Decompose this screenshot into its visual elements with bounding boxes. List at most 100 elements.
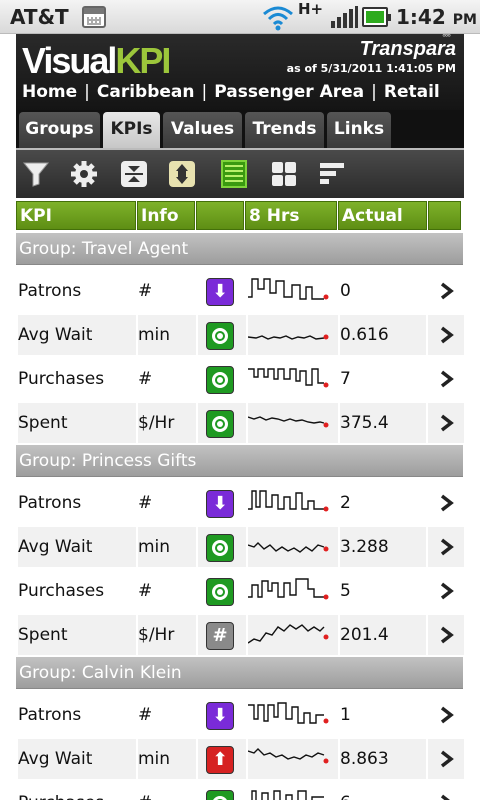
expand-icon[interactable] [168,160,196,188]
filter-icon[interactable] [22,160,50,188]
kpi-sparkline[interactable] [248,695,338,735]
tab-values[interactable]: Values [163,112,242,148]
kpi-name[interactable]: Avg Wait [18,527,136,567]
kpi-detail-button[interactable] [428,403,464,443]
kpi-name[interactable]: Avg Wait [18,739,136,779]
kpi-row[interactable]: Spent $/Hr 375.4 [16,401,464,445]
sparkline-chart [251,790,324,800]
kpi-name[interactable]: Purchases [18,359,136,399]
kpi-sparkline[interactable] [248,527,338,567]
kpi-name[interactable]: Purchases [18,783,136,800]
kpi-status[interactable] [198,783,246,800]
kpi-row[interactable]: Avg Wait min 0.616 [16,313,464,357]
kpi-status[interactable]: ⬇ [198,271,246,311]
kpi-name[interactable]: Spent [18,403,136,443]
kpi-row[interactable]: Patrons # ⬇ 1 [16,693,464,737]
breadcrumb-caribbean[interactable]: Caribbean [97,82,195,102]
tab-groups[interactable]: Groups [19,112,100,148]
kpi-name[interactable]: Patrons [18,483,136,523]
kpi-status[interactable]: ⬇ [198,695,246,735]
kpi-sparkline[interactable] [248,615,338,655]
battery-icon [362,7,391,27]
kpi-status[interactable]: # [198,615,246,655]
kpi-sparkline[interactable] [248,739,338,779]
gear-icon[interactable] [70,160,98,188]
breadcrumb-retail[interactable]: Retail [384,82,440,102]
kpi-detail-button[interactable] [428,571,464,611]
chevron-right-icon [440,326,454,344]
kpi-row[interactable]: Spent $/Hr #201.4 [16,613,464,657]
kpi-detail-button[interactable] [428,739,464,779]
kpi-detail-button[interactable] [428,271,464,311]
kpi-row[interactable]: Patrons # ⬇ 2 [16,481,464,525]
signal-icon [331,6,358,28]
kpi-actual-value: 6 [340,783,426,800]
kpi-row[interactable]: Avg Wait min ⬆ 8.863 [16,737,464,781]
kpi-detail-button[interactable] [428,359,464,399]
kpi-status[interactable] [198,359,246,399]
kpi-sparkline[interactable] [248,315,338,355]
list-view-icon[interactable] [220,160,248,188]
kpi-sparkline[interactable] [248,571,338,611]
kpi-sparkline[interactable] [248,783,338,800]
breadcrumb-home[interactable]: Home [22,82,77,102]
kpi-status[interactable] [198,403,246,443]
kpi-actual-value: 1 [340,705,351,725]
kpi-detail-button[interactable] [428,695,464,735]
status-down-arrow-icon: ⬇ [206,490,234,518]
kpi-unit: # [138,281,153,301]
kpi-status[interactable] [198,571,246,611]
kpi-detail-button[interactable] [428,527,464,567]
kpi-row[interactable]: Purchases #7 [16,357,464,401]
tab-kpis[interactable]: KPIs [103,112,160,148]
kpi-status[interactable]: ⬇ [198,483,246,523]
collapse-icon[interactable] [120,160,148,188]
breadcrumb-passenger-area[interactable]: Passenger Area [214,82,364,102]
status-ok-target-icon [206,366,234,394]
group-header[interactable]: Group: Princess Gifts [16,445,463,477]
kpi-detail-button[interactable] [428,783,464,800]
tab-links[interactable]: Links [327,112,391,148]
kpi-detail-button[interactable] [428,615,464,655]
kpi-status[interactable] [198,527,246,567]
kpi-name[interactable]: Avg Wait [18,315,136,355]
kpi-name[interactable]: Patrons [18,695,136,735]
toolbar [16,148,464,198]
kpi-name[interactable]: Patrons [18,271,136,311]
kpi-row[interactable]: Purchases #5 [16,569,464,613]
sparkline-chart [248,542,329,553]
kpi-row[interactable]: Patrons # ⬇ 0 [16,269,464,313]
status-bar: AT&T H+ 1:42 PM [0,0,480,34]
kpi-unit: $/Hr [138,615,196,655]
tile-view-icon[interactable] [270,160,298,188]
group-header[interactable]: Group: Calvin Klein [16,657,463,689]
sparkline-chart [248,278,329,300]
kpi-name[interactable]: Purchases [18,571,136,611]
group-header[interactable]: Group: Travel Agent [16,233,463,265]
column-info[interactable]: Info [137,201,195,230]
column-8hrs[interactable]: 8 Hrs [245,201,337,230]
kpi-sparkline[interactable] [248,271,338,311]
column-kpi[interactable]: KPI [16,201,136,230]
kpi-status[interactable] [198,315,246,355]
status-down-arrow-icon: ⬇ [206,702,234,730]
kpi-status[interactable]: ⬆ [198,739,246,779]
clock-ampm: PM [452,12,477,28]
tab-bar: Groups KPIs Values Trends Links [16,110,464,148]
kpi-sparkline[interactable] [248,403,338,443]
kpi-row[interactable]: Avg Wait min 3.288 [16,525,464,569]
column-actual[interactable]: Actual [338,201,427,230]
kpi-name[interactable]: Spent [18,615,136,655]
status-ok-target-icon [206,534,234,562]
sparkline-chart [248,578,329,600]
status-ok-target-icon [206,790,234,800]
kpi-detail-button[interactable] [428,483,464,523]
kpi-detail-button[interactable] [428,315,464,355]
kpi-sparkline[interactable] [248,359,338,399]
bar-view-icon[interactable] [318,160,346,188]
tab-trends[interactable]: Trends [245,112,324,148]
kpi-row[interactable]: Purchases#6 [16,781,464,800]
kpi-unit: # [138,493,153,513]
chevron-right-icon [440,626,454,644]
kpi-sparkline[interactable] [248,483,338,523]
